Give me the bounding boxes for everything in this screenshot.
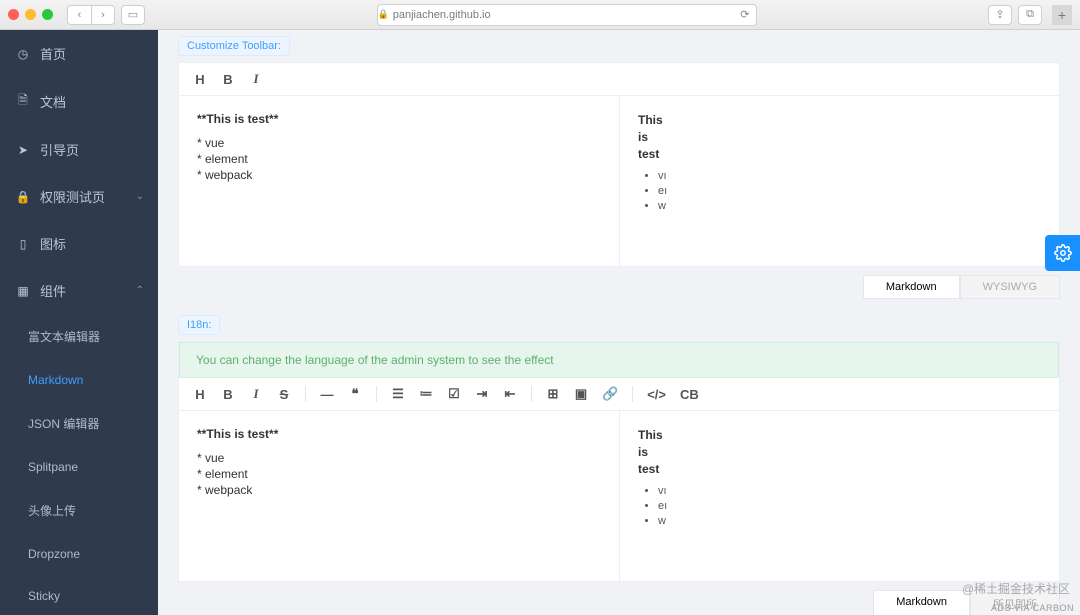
sidebar-toggle-icon[interactable]: ▭ xyxy=(121,5,145,25)
heading-button[interactable]: H xyxy=(193,387,207,402)
section-tag-i18n: I18n: xyxy=(178,315,220,335)
i18n-banner: You can change the language of the admin… xyxy=(179,342,1059,378)
browser-chrome: ‹ › ▭ 🔒 panjiachen.github.io ⟳ ⇪ ⧉ + xyxy=(0,0,1080,30)
bold-button[interactable]: B xyxy=(221,72,235,87)
back-button[interactable]: ‹ xyxy=(67,5,91,25)
sidebar-item-markdown[interactable]: Markdown xyxy=(0,359,158,401)
tab-markdown-2[interactable]: Markdown xyxy=(873,590,970,615)
sidebar-item-label: 权限测试页 xyxy=(40,187,105,206)
link-button[interactable]: 🔗 xyxy=(602,386,618,402)
dashboard-icon: ◷ xyxy=(16,47,30,61)
italic-button[interactable]: I xyxy=(249,386,263,402)
ads-label: ADS VIA CARBON xyxy=(991,603,1074,613)
watermark: @稀土掘金技术社区 xyxy=(962,580,1070,597)
editor-card-2: You can change the language of the admin… xyxy=(178,341,1060,582)
component-icon: ▦ xyxy=(16,284,30,298)
share-icon[interactable]: ⇪ xyxy=(988,5,1012,25)
hr-button[interactable]: — xyxy=(320,387,334,402)
markdown-editor-2[interactable]: **This is test** * vue * element * webpa… xyxy=(179,411,619,581)
address-bar[interactable]: 🔒 panjiachen.github.io ⟳ xyxy=(377,4,757,26)
minimize-window-icon[interactable] xyxy=(25,9,36,20)
codeblock-button[interactable]: CB xyxy=(680,387,699,402)
sidebar-item-dropzone[interactable]: Dropzone xyxy=(0,533,158,575)
window-controls xyxy=(8,9,53,20)
settings-fab[interactable] xyxy=(1045,235,1080,271)
editor-card-1: H B I **This is test** * vue * element *… xyxy=(178,62,1060,267)
sidebar-item-avatar[interactable]: 头像上传 xyxy=(0,488,158,533)
tabs-icon[interactable]: ⧉ xyxy=(1018,5,1042,25)
tab-markdown-1[interactable]: Markdown xyxy=(863,275,960,299)
gear-icon xyxy=(1054,244,1072,262)
sidebar-item-home[interactable]: ◷ 首页 xyxy=(0,30,158,77)
image-button[interactable]: ▣ xyxy=(574,386,588,402)
lock-icon: 🔒 xyxy=(378,9,389,20)
tab-wysiwyg-1[interactable]: WYSIWYG xyxy=(960,275,1060,299)
url-host: panjiachen.github.io xyxy=(393,9,491,21)
heading-button[interactable]: H xyxy=(193,72,207,87)
bold-button[interactable]: B xyxy=(221,387,235,402)
code-button[interactable]: </> xyxy=(647,387,666,402)
toolbar-2: H B I S — ❝ ☰ ≔ ☑ ⇥ ⇤ ⊞ ▣ 🔗 </> CB xyxy=(179,378,1059,411)
sidebar-item-label: 首页 xyxy=(40,44,66,63)
preview-pane-1: This is test vı eı w xyxy=(619,96,1059,266)
separator xyxy=(376,386,377,402)
table-button[interactable]: ⊞ xyxy=(546,386,560,402)
toolbar-1: H B I xyxy=(179,63,1059,96)
sidebar-item-icons[interactable]: ▯ 图标 xyxy=(0,220,158,267)
outdent-button[interactable]: ⇤ xyxy=(503,386,517,402)
separator xyxy=(632,386,633,402)
lock-icon: 🔒 xyxy=(16,190,30,204)
separator xyxy=(531,386,532,402)
sidebar: ◷ 首页 🗎 文档 ➤ 引导页 🔒 权限测试页 ⌄ ▯ 图标 ▦ 组件 ⌃ 富文… xyxy=(0,30,158,615)
task-button[interactable]: ☑ xyxy=(447,386,461,402)
section-tag-customize: Customize Toolbar: xyxy=(178,36,290,56)
sidebar-item-doc[interactable]: 🗎 文档 xyxy=(0,77,158,126)
preview-pane-2: This is test vı eı w xyxy=(619,411,1059,581)
sidebar-item-richtext[interactable]: 富文本编辑器 xyxy=(0,314,158,359)
view-tabs-1: Markdown WYSIWYG xyxy=(178,275,1060,299)
sidebar-item-label: 图标 xyxy=(40,234,66,253)
ul-button[interactable]: ☰ xyxy=(391,386,405,402)
chevron-down-icon: ⌄ xyxy=(136,191,144,202)
maximize-window-icon[interactable] xyxy=(42,9,53,20)
italic-button[interactable]: I xyxy=(249,71,263,87)
strike-button[interactable]: S xyxy=(277,387,291,402)
main-content: Customize Toolbar: H B I **This is test*… xyxy=(158,30,1080,615)
sidebar-item-sticky[interactable]: Sticky xyxy=(0,575,158,615)
quote-button[interactable]: ❝ xyxy=(348,386,362,402)
sidebar-item-json[interactable]: JSON 编辑器 xyxy=(0,401,158,446)
doc-icon: 🗎 xyxy=(16,91,30,112)
sidebar-item-splitpane[interactable]: Splitpane xyxy=(0,446,158,488)
sidebar-item-label: 文档 xyxy=(40,92,66,111)
reload-icon[interactable]: ⟳ xyxy=(740,8,755,21)
guide-icon: ➤ xyxy=(16,143,30,157)
sidebar-item-label: 组件 xyxy=(40,281,66,300)
markdown-editor-1[interactable]: **This is test** * vue * element * webpa… xyxy=(179,96,619,266)
sidebar-item-components[interactable]: ▦ 组件 ⌃ xyxy=(0,267,158,314)
sidebar-item-label: 引导页 xyxy=(40,140,79,159)
sidebar-item-guide[interactable]: ➤ 引导页 xyxy=(0,126,158,173)
forward-button[interactable]: › xyxy=(91,5,115,25)
indent-button[interactable]: ⇥ xyxy=(475,386,489,402)
ol-button[interactable]: ≔ xyxy=(419,386,433,402)
new-tab-button[interactable]: + xyxy=(1052,5,1072,25)
sidebar-item-permission[interactable]: 🔒 权限测试页 ⌄ xyxy=(0,173,158,220)
chevron-up-icon: ⌃ xyxy=(136,285,144,296)
separator xyxy=(305,386,306,402)
close-window-icon[interactable] xyxy=(8,9,19,20)
grid-icon: ▯ xyxy=(16,237,30,251)
view-tabs-2: Markdown 所见即所 xyxy=(178,590,1060,615)
